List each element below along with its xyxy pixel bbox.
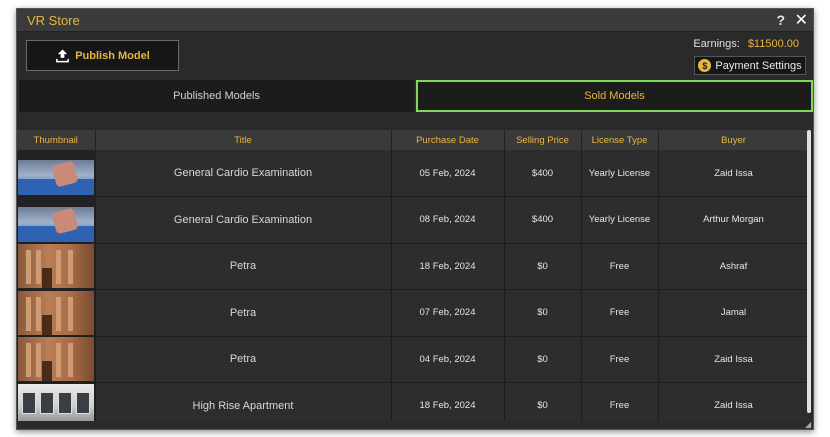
thumbnail-cell[interactable] [17, 289, 96, 337]
model-thumbnail-image [17, 290, 94, 335]
column-header-title[interactable]: Title [95, 130, 392, 150]
model-title: High Rise Apartment [95, 382, 392, 421]
publish-model-button[interactable]: Publish Model [26, 40, 179, 71]
table-row[interactable]: Petra 04 Feb, 2024 $0 Free Zaid Issa [17, 336, 809, 383]
thumbnail-cell[interactable] [17, 336, 96, 383]
buyer-name: Zaid Issa [658, 336, 809, 383]
thumbnail-cell[interactable] [17, 382, 96, 421]
selling-price: $400 [504, 196, 582, 244]
purchase-date: 04 Feb, 2024 [391, 336, 505, 383]
tab-sold-models[interactable]: Sold Models [416, 80, 813, 112]
model-thumbnail-image [17, 151, 94, 195]
purchase-date: 07 Feb, 2024 [391, 289, 505, 337]
model-title: General Cardio Examination [95, 150, 392, 197]
license-type: Free [581, 336, 659, 383]
model-title: Petra [95, 289, 392, 337]
window-title: VR Store [27, 13, 80, 28]
earnings-display: Earnings: $11500.00 [693, 38, 799, 50]
resize-grip-icon[interactable]: ◢ [805, 421, 812, 429]
selling-price: $0 [504, 336, 582, 383]
table-scrollbar[interactable] [807, 130, 811, 413]
scrollbar-thumb[interactable] [807, 130, 811, 413]
model-thumbnail-image [17, 197, 94, 242]
buyer-name: Zaid Issa [658, 150, 809, 197]
table-row[interactable]: Petra 18 Feb, 2024 $0 Free Ashraf [17, 243, 809, 290]
thumbnail-cell[interactable] [17, 243, 96, 290]
tab-published-models[interactable]: Published Models [19, 80, 414, 112]
payment-settings-label: Payment Settings [715, 59, 802, 72]
selling-price: $0 [504, 382, 582, 421]
license-type: Yearly License [581, 196, 659, 244]
publish-model-label: Publish Model [75, 49, 150, 62]
buyer-name: Ashraf [658, 243, 809, 290]
column-header-buyer[interactable]: Buyer [658, 130, 809, 150]
selling-price: $0 [504, 289, 582, 337]
license-type: Yearly License [581, 150, 659, 197]
buyer-name: Arthur Morgan [658, 196, 809, 244]
earnings-amount: $11500.00 [747, 38, 799, 50]
table-row[interactable]: General Cardio Examination 08 Feb, 2024 $4… [17, 196, 809, 244]
buyer-name: Zaid Issa [658, 382, 809, 421]
upload-icon [56, 48, 70, 62]
table-row[interactable]: General Cardio Examination 05 Feb, 2024 $4… [17, 150, 809, 197]
column-header-license-type[interactable]: License Type [581, 130, 659, 150]
tab-bar: Published Models Sold Models [19, 80, 813, 112]
table-row[interactable]: High Rise Apartment 18 Feb, 2024 $0 Free Zai… [17, 382, 809, 421]
close-icon[interactable]: ✕ [795, 10, 808, 30]
model-title: Petra [95, 336, 392, 383]
selling-price: $400 [504, 150, 582, 197]
column-header-purchase-date[interactable]: Purchase Date [391, 130, 505, 150]
selling-price: $0 [504, 243, 582, 290]
table-header-row: Thumbnail Title Purchase Date Selling Pr… [17, 130, 809, 150]
title-bar[interactable]: VR Store ? ✕ [17, 9, 813, 32]
sold-models-table: Thumbnail Title Purchase Date Selling Pr… [17, 130, 809, 421]
license-type: Free [581, 382, 659, 421]
purchase-date: 18 Feb, 2024 [391, 382, 505, 421]
model-title: General Cardio Examination [95, 196, 392, 244]
column-header-selling-price[interactable]: Selling Price [504, 130, 582, 150]
license-type: Free [581, 243, 659, 290]
dollar-coin-icon: $ [698, 59, 712, 72]
license-type: Free [581, 289, 659, 337]
vr-store-window: VR Store ? ✕ Publish Model Earnings: $115… [16, 8, 814, 430]
model-thumbnail-image [17, 244, 94, 289]
column-header-thumbnail[interactable]: Thumbnail [17, 130, 96, 150]
thumbnail-cell[interactable] [17, 196, 96, 244]
buyer-name: Jamal [658, 289, 809, 337]
model-thumbnail-image [17, 337, 94, 382]
purchase-date: 18 Feb, 2024 [391, 243, 505, 290]
table-row[interactable]: Petra 07 Feb, 2024 $0 Free Jamal [17, 289, 809, 337]
purchase-date: 08 Feb, 2024 [391, 196, 505, 244]
thumbnail-cell[interactable] [17, 150, 96, 197]
purchase-date: 05 Feb, 2024 [391, 150, 505, 197]
earnings-label: Earnings: [693, 38, 740, 50]
model-title: Petra [95, 243, 392, 290]
model-thumbnail-image [17, 383, 94, 421]
help-icon[interactable]: ? [776, 12, 785, 28]
payment-settings-button[interactable]: $ Payment Settings [694, 56, 806, 75]
